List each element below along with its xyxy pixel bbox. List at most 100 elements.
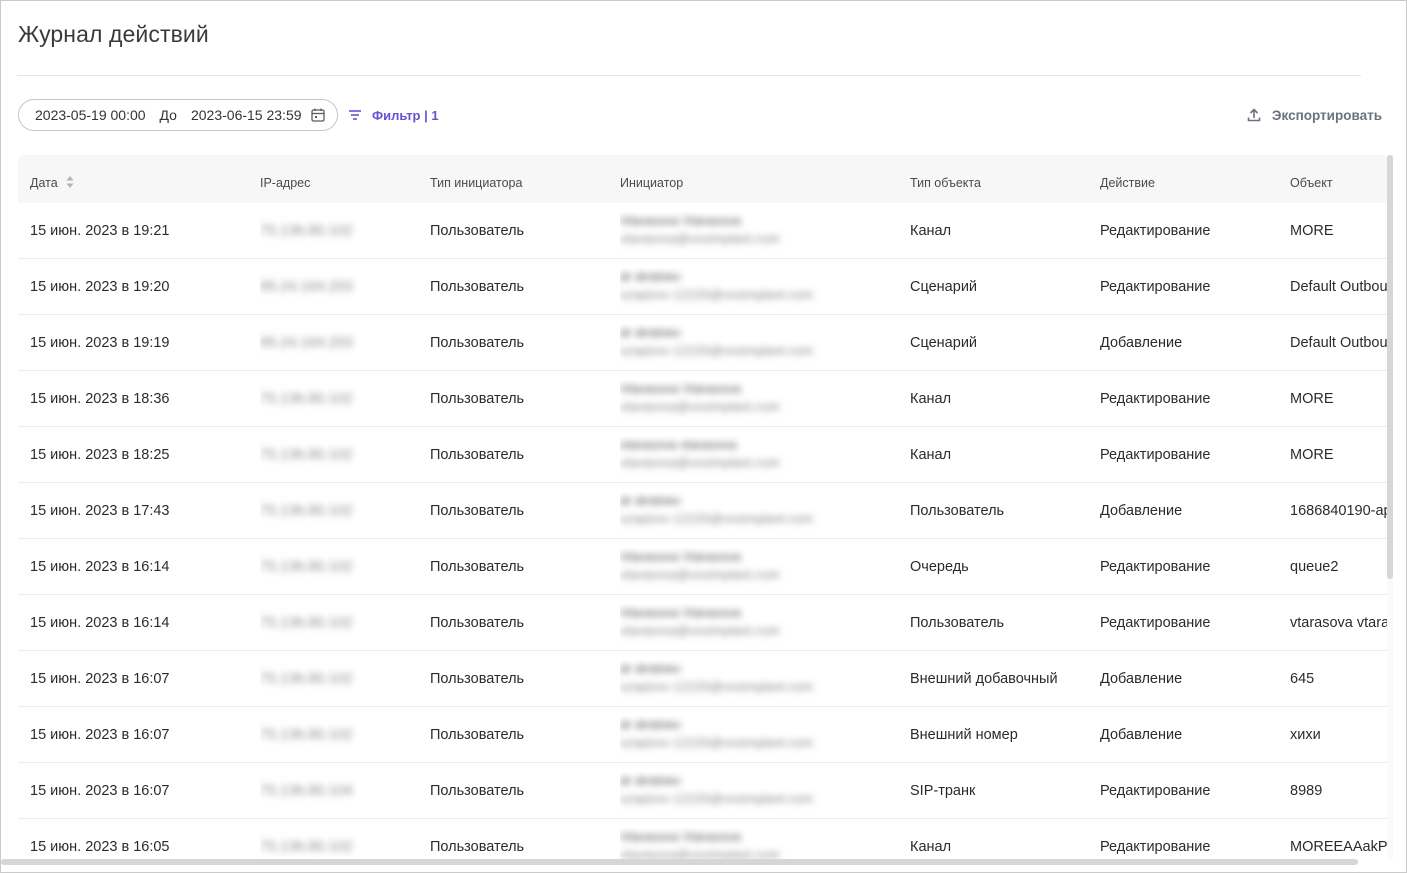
initiator-name: Vtarasova Vtarasova [620,549,741,564]
initiator-name: dr dmitriev [620,717,681,732]
column-header-action: Действие [1100,176,1155,190]
table-row[interactable]: 15 июн. 2023 в 17:43 75.136.80.102 Пользов… [18,483,1388,539]
initiator-email: ozapirov-12155@voximplant.com [620,679,814,694]
column-header-initiator-type: Тип инициатора [430,176,523,190]
cell-date: 15 июн. 2023 в 16:07 [30,727,170,743]
column-header-ip: IP-адрес [260,176,311,190]
page-title: Журнал действий [18,21,209,47]
cell-initiator-type: Пользователь [430,783,525,799]
table-row[interactable]: 15 июн. 2023 в 19:21 75.136.80.102 Пользов… [18,203,1388,259]
cell-initiator: dr dmitriev ozapirov-12155@voximplant.com [620,324,900,364]
cell-date: 15 июн. 2023 в 19:20 [30,279,170,295]
cell-initiator: dr dmitriev ozapirov-12155@voximplant.com [620,660,900,700]
cell-object: Default Outbou [1290,279,1388,295]
table-row[interactable]: 15 июн. 2023 в 16:14 75.136.80.102 Пользов… [18,595,1388,651]
vertical-scrollbar[interactable] [1387,155,1393,579]
initiator-name: Vtarasova Vtarasova [620,829,741,844]
ip-value: 75.136.80.102 [260,503,353,519]
filter-label: Фильтр | 1 [372,107,439,123]
cell-action: Редактирование [1100,223,1211,239]
cell-date: 15 июн. 2023 в 17:43 [30,503,170,519]
ip-value: 75.136.80.102 [260,223,353,239]
initiator-email: vtarasova@voximplant.com [620,399,780,414]
export-button[interactable]: Экспортировать [1246,105,1382,125]
column-header-date[interactable]: Дата [30,155,74,203]
cell-initiator: dr dmitriev ozapirov-12155@voximplant.com [620,492,900,532]
cell-date: 15 июн. 2023 в 16:14 [30,615,170,631]
cell-initiator-type: Пользователь [430,839,525,855]
filter-icon [349,110,361,120]
cell-action: Добавление [1100,727,1183,743]
cell-initiator-type: Пользователь [430,391,525,407]
ip-value: 75.136.80.102 [260,839,353,855]
ip-value: 75.136.80.102 [260,727,353,743]
cell-action: Добавление [1100,671,1183,687]
cell-initiator: dr dmitriev ozapirov-12155@voximplant.com [620,772,900,812]
date-separator: До [159,107,177,123]
initiator-email: ozapirov-12155@voximplant.com [620,791,814,806]
cell-action: Редактирование [1100,615,1211,631]
table-row[interactable]: 15 июн. 2023 в 19:20 95.24.164.203 Пользов… [18,259,1388,315]
cell-ip: 75.136.80.102 [260,651,410,707]
ip-value: 95.24.164.203 [260,335,353,351]
date-from[interactable]: 2023-05-19 00:00 [35,107,146,123]
cell-initiator: Vtarasova Vtarasova vtarasova@voximplant.… [620,212,900,252]
cell-object: MORE [1290,223,1334,239]
table-row[interactable]: 15 июн. 2023 в 16:05 75.136.80.102 Пользов… [18,819,1388,859]
cell-object-type: Канал [910,391,952,407]
cell-initiator-type: Пользователь [430,335,525,351]
table-row[interactable]: 15 июн. 2023 в 18:25 75.136.80.102 Пользов… [18,427,1388,483]
initiator-email: vtarasova@voximplant.com [620,847,780,859]
cell-initiator: Vtarasova Vtarasova vtarasova@voximplant.… [620,828,900,859]
date-range-picker[interactable]: 2023-05-19 00:00 До 2023-06-15 23:59 [18,99,338,131]
cell-ip: 75.136.80.102 [260,707,410,763]
cell-initiator-type: Пользователь [430,615,525,631]
table-row[interactable]: 15 июн. 2023 в 16:07 75.136.80.102 Пользов… [18,707,1388,763]
cell-action: Редактирование [1100,559,1211,575]
cell-object: MORE [1290,391,1334,407]
cell-date: 15 июн. 2023 в 16:14 [30,559,170,575]
cell-initiator-type: Пользователь [430,727,525,743]
column-header-initiator: Инициатор [620,176,684,190]
audit-table: Дата IP-адрес Тип инициатора Инициатор Т… [18,155,1388,859]
initiator-email: ozapirov-12155@voximplant.com [620,287,814,302]
audit-log-page: Журнал действий 2023-05-19 00:00 До 2023… [0,0,1407,873]
calendar-icon[interactable] [310,107,326,123]
table-row[interactable]: 15 июн. 2023 в 19:19 95.24.164.203 Пользов… [18,315,1388,371]
table-row[interactable]: 15 июн. 2023 в 16:07 75.136.80.102 Пользов… [18,651,1388,707]
filter-button[interactable]: Фильтр | 1 [347,105,439,125]
sort-icon[interactable] [66,175,74,189]
cell-ip: 95.24.164.203 [260,259,410,315]
export-label: Экспортировать [1271,107,1382,123]
cell-object-type: Внешний номер [910,727,1018,743]
cell-object: Default Outbou [1290,335,1388,351]
column-header-object-type: Тип объекта [910,176,981,190]
table-row[interactable]: 15 июн. 2023 в 16:07 75.136.80.104 Пользов… [18,763,1388,819]
initiator-email: vtarasova@voximplant.com [620,567,780,582]
cell-object: MORE [1290,447,1334,463]
cell-date: 15 июн. 2023 в 19:19 [30,335,170,351]
cell-action: Редактирование [1100,447,1211,463]
upload-icon [1247,108,1261,122]
cell-ip: 75.136.80.102 [260,427,410,483]
ip-value: 75.136.80.104 [260,783,353,799]
cell-object: 1686840190-ap [1290,503,1388,519]
cell-ip: 95.24.164.203 [260,315,410,371]
cell-ip: 75.136.80.102 [260,483,410,539]
cell-initiator: Vtarasova Vtarasova vtarasova@voximplant.… [620,548,900,588]
horizontal-scrollbar[interactable] [1,859,1358,865]
ip-value: 75.136.80.102 [260,615,353,631]
ip-value: 75.136.80.102 [260,559,353,575]
initiator-email: ozapirov-12155@voximplant.com [620,511,814,526]
table-row[interactable]: 15 июн. 2023 в 18:36 75.136.80.102 Пользов… [18,371,1388,427]
date-to[interactable]: 2023-06-15 23:59 [191,107,302,123]
cell-action: Добавление [1100,503,1183,519]
cell-object: 8989 [1290,783,1323,799]
cell-ip: 75.136.80.102 [260,203,410,259]
cell-object-type: Пользователь [910,615,1005,631]
initiator-email: vtarasova@voximplant.com [620,231,780,246]
cell-object-type: Очередь [910,559,969,575]
cell-action: Редактирование [1100,391,1211,407]
table-row[interactable]: 15 июн. 2023 в 16:14 75.136.80.102 Пользов… [18,539,1388,595]
ip-value: 95.24.164.203 [260,279,353,295]
